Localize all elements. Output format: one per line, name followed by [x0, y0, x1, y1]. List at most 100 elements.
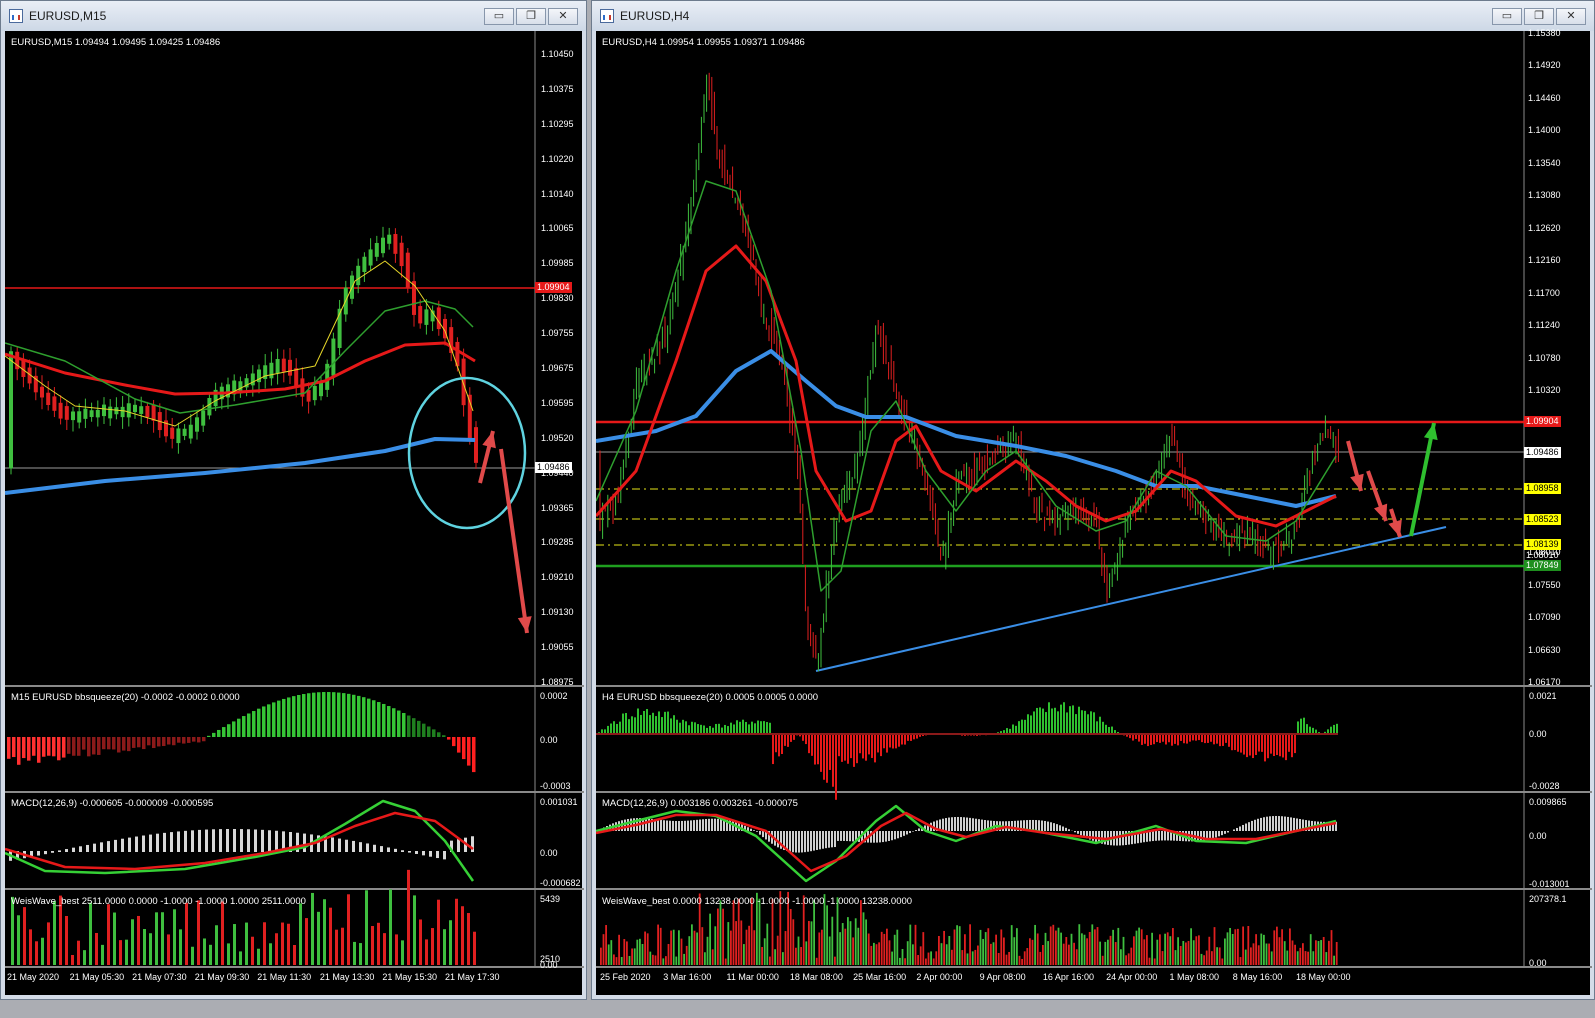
- weiswave-bar: [119, 940, 122, 965]
- weiswave-bar: [1330, 930, 1333, 965]
- candle-body: [139, 406, 144, 414]
- weiswave-bar: [860, 900, 862, 965]
- weiswave-bar: [867, 933, 870, 965]
- weiswave-bar: [1088, 931, 1091, 965]
- macd-histogram-bar: [366, 843, 369, 852]
- macd-histogram-bar: [380, 846, 383, 852]
- macd-histogram-bar: [1167, 831, 1169, 841]
- restore-button[interactable]: ❐: [1524, 8, 1554, 25]
- macd-histogram-bar: [972, 818, 974, 831]
- weiswave-bar: [1296, 951, 1299, 965]
- weiswave-bar: [287, 923, 290, 965]
- candle-body: [306, 390, 311, 402]
- close-button[interactable]: ✕: [548, 8, 578, 25]
- macd-histogram-bar: [1284, 816, 1286, 831]
- m15-chart-graphics[interactable]: [5, 31, 584, 997]
- weiswave-bar: [401, 940, 404, 965]
- chart-canvas[interactable]: EURUSD,M15 1.09494 1.09495 1.09425 1.094…: [5, 31, 584, 997]
- price-axis-tick: 1.07090: [1528, 612, 1561, 623]
- weiswave-bar: [714, 926, 717, 965]
- chart-canvas[interactable]: EURUSD,H4 1.09954 1.09955 1.09371 1.0948…: [596, 28, 1592, 997]
- time-axis-tick: 21 May 07:30: [132, 972, 187, 982]
- weiswave-bar: [740, 920, 743, 965]
- weiswave-bar: [1289, 928, 1291, 965]
- bbsqueeze-bar: [152, 737, 156, 749]
- macd-histogram-bar: [177, 831, 180, 852]
- window-titlebar[interactable]: EURUSD,M15 ▭ ❐ ✕: [1, 1, 586, 31]
- bbsqueeze-bar: [1096, 721, 1098, 734]
- price-axis-tick: 1.10295: [541, 118, 574, 129]
- chart-header: EURUSD,M15 1.09494 1.09495 1.09425 1.094…: [11, 37, 221, 48]
- restore-button[interactable]: ❐: [516, 8, 546, 25]
- bbsqueeze-bar: [802, 734, 804, 741]
- close-button[interactable]: ✕: [1556, 8, 1586, 25]
- minimize-button[interactable]: ▭: [1492, 8, 1522, 25]
- price-axis-tick: 1.09365: [541, 502, 574, 513]
- bbsqueeze-bar: [637, 708, 639, 734]
- weiswave-bar: [618, 934, 620, 965]
- weiswave-bar: [137, 915, 140, 965]
- bbsqueeze-bar: [655, 716, 657, 734]
- weiswave-bar: [1242, 926, 1244, 965]
- bbsqueeze-bar: [1252, 734, 1254, 759]
- bbsqueeze-bar: [1204, 734, 1206, 744]
- macd-histogram-bar: [247, 829, 250, 852]
- bbsqueeze-bar: [1285, 734, 1287, 761]
- weiswave-bar: [774, 949, 776, 965]
- bbsqueeze-bar: [895, 734, 897, 749]
- bbsqueeze-bar: [838, 734, 840, 757]
- bbsqueeze-bar: [462, 737, 466, 760]
- window-h4[interactable]: EURUSD,H4 ▭ ❐ ✕ EURUSD,H4 1.09954 1.0995…: [591, 0, 1595, 1000]
- macd-histogram-bar: [1272, 816, 1274, 831]
- macd-histogram-bar: [205, 829, 208, 852]
- weiswave-bar: [906, 941, 909, 965]
- macd-histogram-bar: [963, 817, 965, 831]
- minimize-button[interactable]: ▭: [484, 8, 514, 25]
- weiswave-bar: [1112, 929, 1114, 965]
- time-axis-tick: 25 Feb 2020: [600, 972, 651, 982]
- time-axis-tick: 21 May 13:30: [319, 972, 375, 982]
- weiswave-bar: [995, 934, 997, 965]
- weiswave-bar: [203, 938, 206, 965]
- candle-body: [356, 265, 361, 286]
- weiswave-bar: [1231, 934, 1234, 965]
- macd-histogram-bar: [457, 839, 460, 852]
- weiswave-bar: [299, 903, 302, 965]
- bbsqueeze-bar: [202, 737, 206, 742]
- weiswave-bar: [1328, 940, 1330, 965]
- weiswave-bar: [1257, 945, 1260, 965]
- bbsqueeze-bar: [1144, 734, 1146, 744]
- weiswave-bar: [605, 925, 607, 965]
- macd-histogram-bar: [219, 829, 222, 852]
- weiswave-label: WeisWave_best 0.0000 13238.0000 -1.0000 …: [602, 896, 913, 907]
- weiswave-bar: [1307, 951, 1309, 965]
- bbsqueeze-bar: [277, 700, 281, 737]
- weiswave-bar: [1120, 949, 1122, 965]
- bbsqueeze-bar: [607, 725, 609, 734]
- h4-chart-graphics[interactable]: [596, 31, 1592, 997]
- weiswave-bar: [633, 948, 636, 965]
- bbsqueeze-bar: [730, 722, 732, 734]
- panel-divider: [596, 966, 1592, 968]
- bbsqueeze-bar: [745, 721, 747, 734]
- bbsqueeze-bar: [859, 734, 861, 754]
- bbsqueeze-bar: [1255, 734, 1257, 755]
- weiswave-bar: [1000, 929, 1003, 965]
- time-axis-tick: 24 Apr 00:00: [1106, 972, 1158, 982]
- window-titlebar[interactable]: EURUSD,H4 ▭ ❐ ✕: [592, 1, 1594, 31]
- price-axis-tick: 1.14920: [1528, 60, 1561, 71]
- bbsqueeze-bar: [1306, 724, 1308, 734]
- macd-histogram-bar: [100, 842, 103, 852]
- weiswave-bar: [862, 912, 865, 965]
- weiswave-tick: 0.00: [1529, 958, 1547, 968]
- candle-body: [436, 307, 441, 330]
- bbsqueeze-bar: [727, 726, 729, 734]
- bbsqueeze-bar: [97, 737, 101, 755]
- weiswave-bar: [956, 925, 958, 965]
- bbsqueeze-bar: [432, 729, 436, 737]
- bbsqueeze-bar: [382, 703, 386, 737]
- weiswave-bar: [810, 921, 813, 965]
- window-m15[interactable]: EURUSD,M15 ▭ ❐ ✕ EURUSD,M15 1.09494 1.09…: [0, 0, 587, 1000]
- bbsqueeze-bar: [1069, 706, 1071, 734]
- candle-body: [399, 242, 404, 267]
